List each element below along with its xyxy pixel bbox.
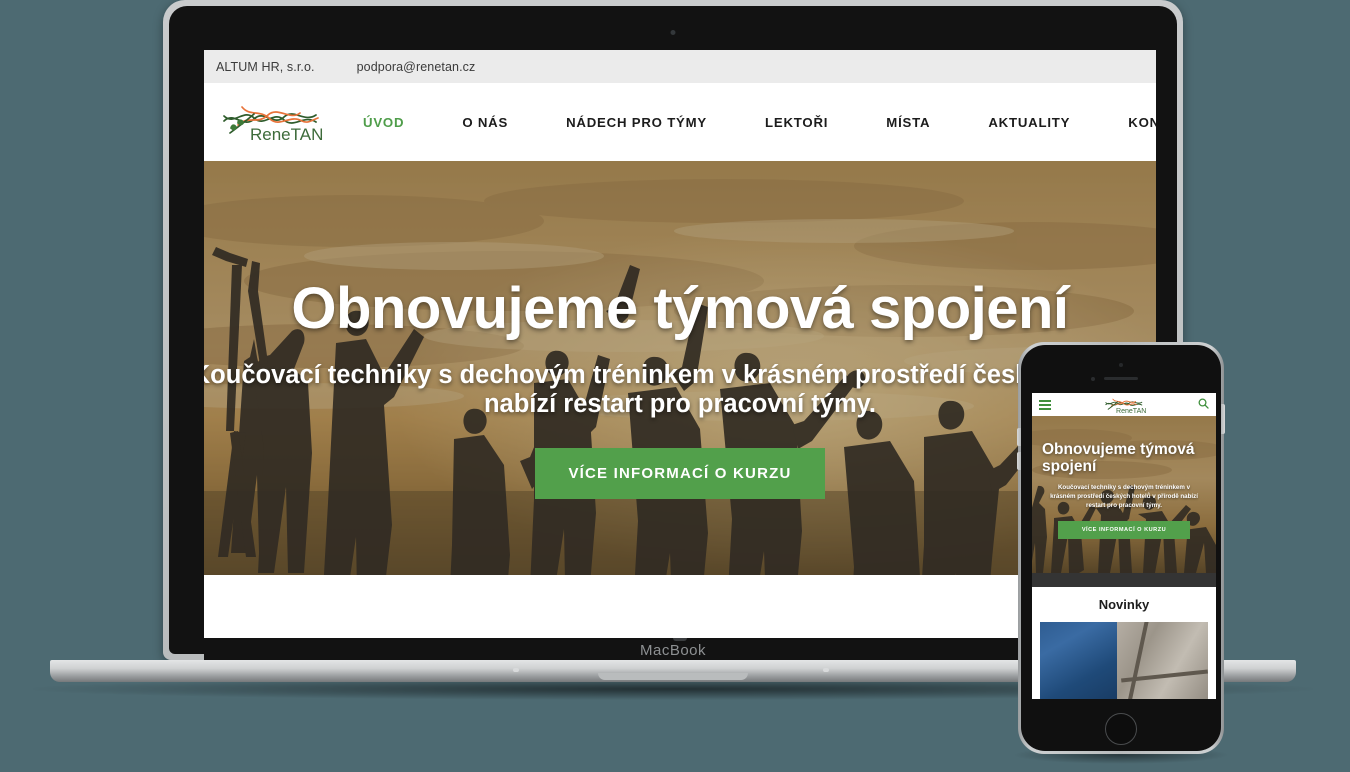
search-icon <box>1198 398 1209 409</box>
hero-subtitle: Koučovací techniky s dechovým tréninkem … <box>204 361 1156 418</box>
phone-volume-up-button[interactable] <box>1017 428 1021 446</box>
hamburger-menu-icon[interactable] <box>1039 399 1051 410</box>
hero-section: Obnovujeme týmová spojení Koučovací tech… <box>204 161 1156 575</box>
phone-home-button[interactable] <box>1105 713 1137 745</box>
hero-cta-button[interactable]: VÍCE INFORMACÍ O KURZU <box>535 448 825 500</box>
svg-text:ReneTAN: ReneTAN <box>250 125 323 144</box>
phone-camera-icon <box>1091 377 1095 381</box>
phone-power-button[interactable] <box>1221 404 1225 434</box>
mobile-navbar: ReneTAN <box>1032 393 1216 416</box>
phone-speaker-icon <box>1104 377 1138 380</box>
mobile-search-button[interactable] <box>1198 396 1209 414</box>
nav-item-uvod[interactable]: ÚVOD <box>334 115 433 130</box>
website-desktop: ALTUM HR, s.r.o. podpora@renetan.cz Rene… <box>204 50 1156 638</box>
phone-body: ReneTAN Obnovujeme týmová spojení Koučov… <box>1021 345 1221 751</box>
laptop-foot-right <box>823 668 829 672</box>
nav-item-mista[interactable]: MÍSTA <box>857 115 959 130</box>
iphone-mockup: ReneTAN Obnovujeme týmová spojení Koučov… <box>1012 342 1230 764</box>
svg-text:ReneTAN: ReneTAN <box>1116 407 1146 413</box>
mobile-hero-subtitle: Koučovací techniky s dechovým tréninkem … <box>1050 484 1198 510</box>
topbar-company-name: ALTUM HR, s.r.o. <box>216 59 315 74</box>
mobile-section-divider <box>1032 573 1216 587</box>
laptop-notch <box>673 638 687 641</box>
site-logo[interactable]: ReneTAN <box>220 99 326 145</box>
topbar-email-link[interactable]: podpora@renetan.cz <box>357 60 476 74</box>
mobile-news-section: Novinky <box>1032 587 1216 699</box>
renetan-logo-icon: ReneTAN <box>223 106 323 144</box>
site-topbar: ALTUM HR, s.r.o. podpora@renetan.cz <box>204 50 1156 83</box>
hero-title: Obnovujeme týmová spojení <box>291 275 1069 341</box>
news-image-denim <box>1040 622 1121 699</box>
site-navbar: ReneTAN ÚVOD O NÁS NÁDECH PRO TÝMY LEKTO… <box>204 83 1156 161</box>
renetan-logo-icon: ReneTAN <box>1104 398 1146 414</box>
mobile-hero-cta-button[interactable]: VÍCE INFORMACÍ O KURZU <box>1058 521 1190 540</box>
main-navigation: ÚVOD O NÁS NÁDECH PRO TÝMY LEKTOŘI MÍSTA… <box>334 115 1156 130</box>
news-image-stone <box>1117 622 1208 699</box>
nav-item-lektori[interactable]: LEKTOŘI <box>736 115 857 130</box>
nav-item-aktuality[interactable]: AKTUALITY <box>959 115 1099 130</box>
phone-volume-down-button[interactable] <box>1017 452 1021 470</box>
mobile-hero-title: Obnovujeme týmová spojení <box>1042 441 1195 475</box>
nav-item-nadech-pro-tymy[interactable]: NÁDECH PRO TÝMY <box>537 115 736 130</box>
phone-frame: ReneTAN Obnovujeme týmová spojení Koučov… <box>1018 342 1224 754</box>
news-heading: Novinky <box>1098 597 1150 612</box>
laptop-screen: ALTUM HR, s.r.o. podpora@renetan.cz Rene… <box>204 50 1156 638</box>
nav-item-o-nas[interactable]: O NÁS <box>433 115 537 130</box>
laptop-foot-left <box>513 668 519 672</box>
mobile-hero-section: Obnovujeme týmová spojení Koučovací tech… <box>1032 416 1216 573</box>
site-content-below-hero <box>204 575 1156 638</box>
news-image[interactable] <box>1040 622 1208 699</box>
nav-item-kontakt[interactable]: KONTAKT <box>1099 115 1156 130</box>
mobile-hero-content: Obnovujeme týmová spojení Koučovací tech… <box>1032 416 1216 573</box>
hero-content: Obnovujeme týmová spojení Koučovací tech… <box>204 161 1156 575</box>
website-mobile: ReneTAN Obnovujeme týmová spojení Koučov… <box>1032 393 1216 699</box>
phone-screen: ReneTAN Obnovujeme týmová spojení Koučov… <box>1032 393 1216 699</box>
laptop-camera-icon <box>670 30 676 35</box>
mobile-site-logo[interactable]: ReneTAN <box>1102 396 1148 414</box>
phone-proximity-sensor-icon <box>1119 363 1123 367</box>
